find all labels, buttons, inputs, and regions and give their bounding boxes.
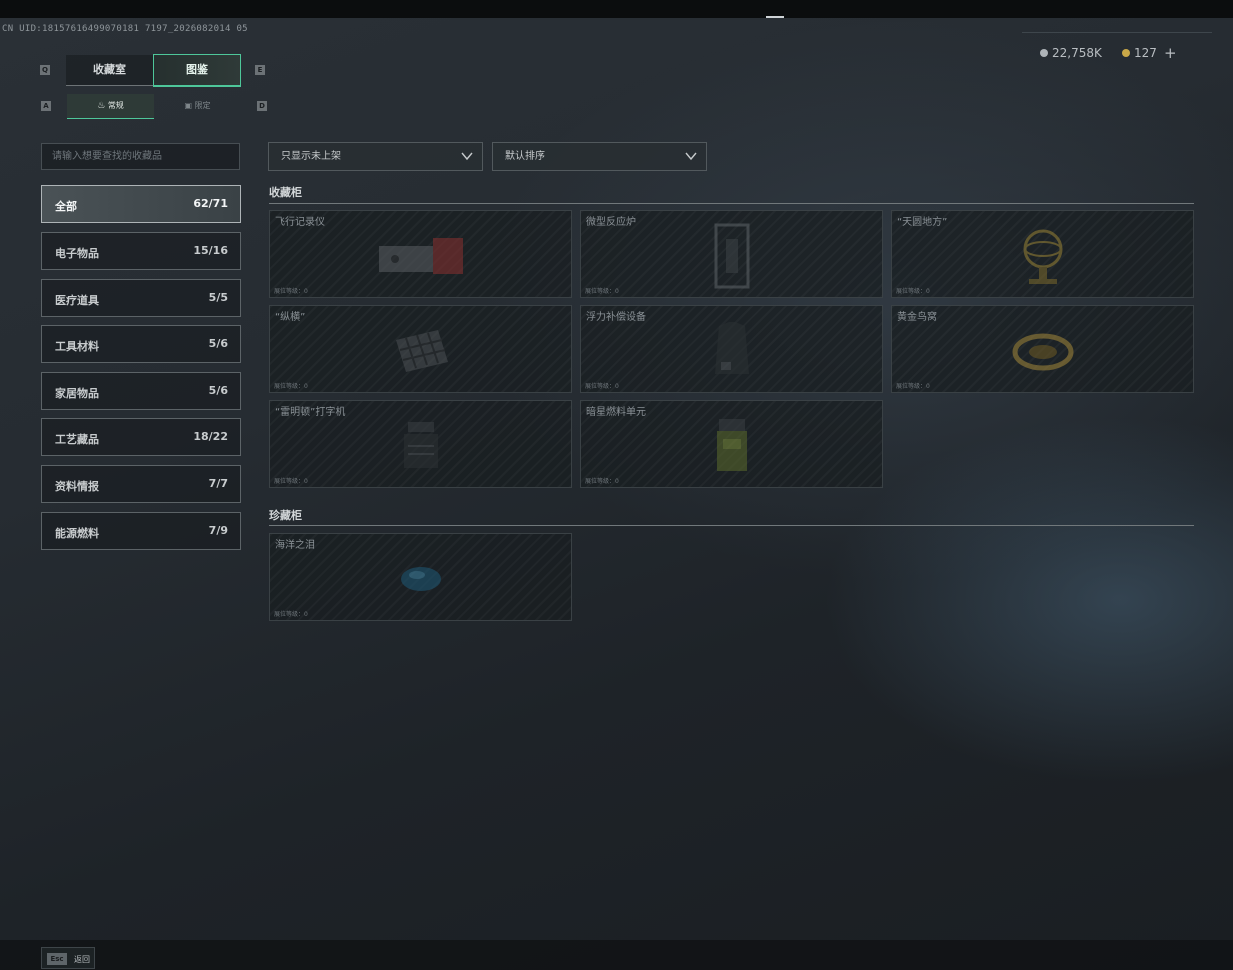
gold-coin-icon <box>1122 49 1130 57</box>
slot-level: 展位等级：0 <box>585 478 619 485</box>
category-household[interactable]: 家居物品 5/6 <box>41 372 241 410</box>
category-label: 家居物品 <box>55 387 99 400</box>
ocean-tear-gem-icon <box>400 566 441 591</box>
category-intel[interactable]: 资料情报 7/7 <box>41 465 241 503</box>
category-label: 全部 <box>55 200 77 213</box>
category-count: 62/71 <box>193 197 228 210</box>
subtab-regular[interactable]: ♨ 常规 <box>67 94 154 119</box>
collection-card[interactable]: “纵横” 展位等级：0 <box>269 305 572 393</box>
fuel-cell-icon <box>716 418 747 471</box>
slot-level: 展位等级：0 <box>274 478 308 485</box>
silver-currency: 22,758K <box>1040 46 1102 60</box>
header-divider <box>1022 32 1212 33</box>
board-icon <box>395 329 448 372</box>
sort-dropdown[interactable]: 默认排序 <box>492 142 707 171</box>
category-tools[interactable]: 工具材料 5/6 <box>41 325 241 363</box>
slot-level: 展位等级：0 <box>585 288 619 295</box>
top-indicator <box>766 16 784 18</box>
category-count: 18/22 <box>193 430 228 443</box>
flight-recorder-icon <box>378 237 463 274</box>
subtab-limited-label: 限定 <box>194 101 211 110</box>
tab-collection-room[interactable]: 收藏室 <box>66 55 153 86</box>
key-hint-q: Q <box>40 65 50 75</box>
item-name: 暗星燃料单元 <box>586 407 646 418</box>
category-count: 15/16 <box>193 244 228 257</box>
item-name: “纵横” <box>275 312 306 323</box>
slot-level: 展位等级：0 <box>274 383 308 390</box>
category-count: 5/6 <box>208 384 228 397</box>
silver-amount: 22,758K <box>1052 46 1102 60</box>
category-crafts[interactable]: 工艺藏品 18/22 <box>41 418 241 456</box>
subtab-limited[interactable]: ▣ 限定 <box>154 94 241 118</box>
item-name: 飞行记录仪 <box>275 217 325 228</box>
collection-card[interactable]: 暗星燃料单元 展位等级：0 <box>580 400 883 488</box>
section-title-treasure: 珍藏柜 <box>269 509 302 522</box>
item-name: 黄金鸟窝 <box>897 312 937 323</box>
collection-card[interactable]: 海洋之泪 展位等级：0 <box>269 533 572 621</box>
subtab-regular-label: 常规 <box>107 101 124 110</box>
search-input[interactable]: 请输入想要查找的收藏品 <box>41 143 240 170</box>
display-filter-dropdown[interactable]: 只显示未上架 <box>268 142 483 171</box>
typewriter-icon <box>403 421 438 468</box>
collection-card[interactable]: 微型反应炉 展位等级：0 <box>580 210 883 298</box>
item-name: 微型反应炉 <box>586 217 636 228</box>
slot-level: 展位等级：0 <box>896 288 930 295</box>
chevron-down-icon <box>685 152 697 161</box>
display-filter-value: 只显示未上架 <box>281 151 341 162</box>
category-count: 5/5 <box>208 291 228 304</box>
category-label: 电子物品 <box>55 247 99 260</box>
category-energy[interactable]: 能源燃料 7/9 <box>41 512 241 550</box>
golden-nest-icon <box>1012 333 1073 371</box>
buoyancy-vest-icon <box>714 321 749 374</box>
item-name: 海洋之泪 <box>275 540 315 551</box>
gold-amount: 127 <box>1134 46 1157 60</box>
reactor-icon <box>714 223 749 289</box>
category-count: 5/6 <box>208 337 228 350</box>
top-bar <box>0 0 1233 18</box>
silver-coin-icon <box>1040 49 1048 57</box>
collection-card[interactable]: “雷明顿”打字机 展位等级：0 <box>269 400 572 488</box>
uid-label: CN UID:18157616499070181 7197_2026082014… <box>2 24 248 34</box>
item-name: 浮力补偿设备 <box>586 312 646 323</box>
category-count: 7/7 <box>208 477 228 490</box>
section-divider <box>269 203 1194 204</box>
key-hint-a: A <box>41 101 51 111</box>
section-divider <box>269 525 1194 526</box>
limited-icon: ▣ <box>184 101 192 110</box>
tab-catalog[interactable]: 图鉴 <box>153 54 241 87</box>
category-label: 工具材料 <box>55 340 99 353</box>
key-hint-e: E <box>255 65 265 75</box>
slot-level: 展位等级：0 <box>274 288 308 295</box>
collection-card[interactable]: 飞行记录仪 展位等级：0 <box>269 210 572 298</box>
bottom-bar <box>0 940 1233 970</box>
category-all[interactable]: 全部 62/71 <box>41 185 241 223</box>
sort-value: 默认排序 <box>505 151 545 162</box>
category-medical[interactable]: 医疗道具 5/5 <box>41 279 241 317</box>
esc-key-hint: Esc <box>47 953 67 965</box>
collection-card[interactable]: 浮力补偿设备 展位等级：0 <box>580 305 883 393</box>
armillary-icon <box>1023 229 1062 284</box>
add-currency-button[interactable]: + <box>1164 44 1177 62</box>
category-label: 资料情报 <box>55 480 99 493</box>
slot-level: 展位等级：0 <box>585 383 619 390</box>
slot-level: 展位等级：0 <box>896 383 930 390</box>
category-label: 医疗道具 <box>55 294 99 307</box>
category-label: 能源燃料 <box>55 527 99 540</box>
flame-icon: ♨ <box>97 101 106 111</box>
category-electronics[interactable]: 电子物品 15/16 <box>41 232 241 270</box>
category-label: 工艺藏品 <box>55 433 99 446</box>
item-name: “雷明顿”打字机 <box>275 407 346 418</box>
collection-card[interactable]: 黄金鸟窝 展位等级：0 <box>891 305 1194 393</box>
key-hint-d: D <box>257 101 267 111</box>
section-title-cabinet: 收藏柜 <box>269 186 302 199</box>
back-label: 返回 <box>74 955 90 964</box>
gold-currency: 127 <box>1122 46 1157 60</box>
category-count: 7/9 <box>208 524 228 537</box>
slot-level: 展位等级：0 <box>274 611 308 618</box>
chevron-down-icon <box>461 152 473 161</box>
back-button[interactable]: Esc 返回 <box>41 947 95 969</box>
item-name: “天圆地方” <box>897 217 948 228</box>
collection-card[interactable]: “天圆地方” 展位等级：0 <box>891 210 1194 298</box>
